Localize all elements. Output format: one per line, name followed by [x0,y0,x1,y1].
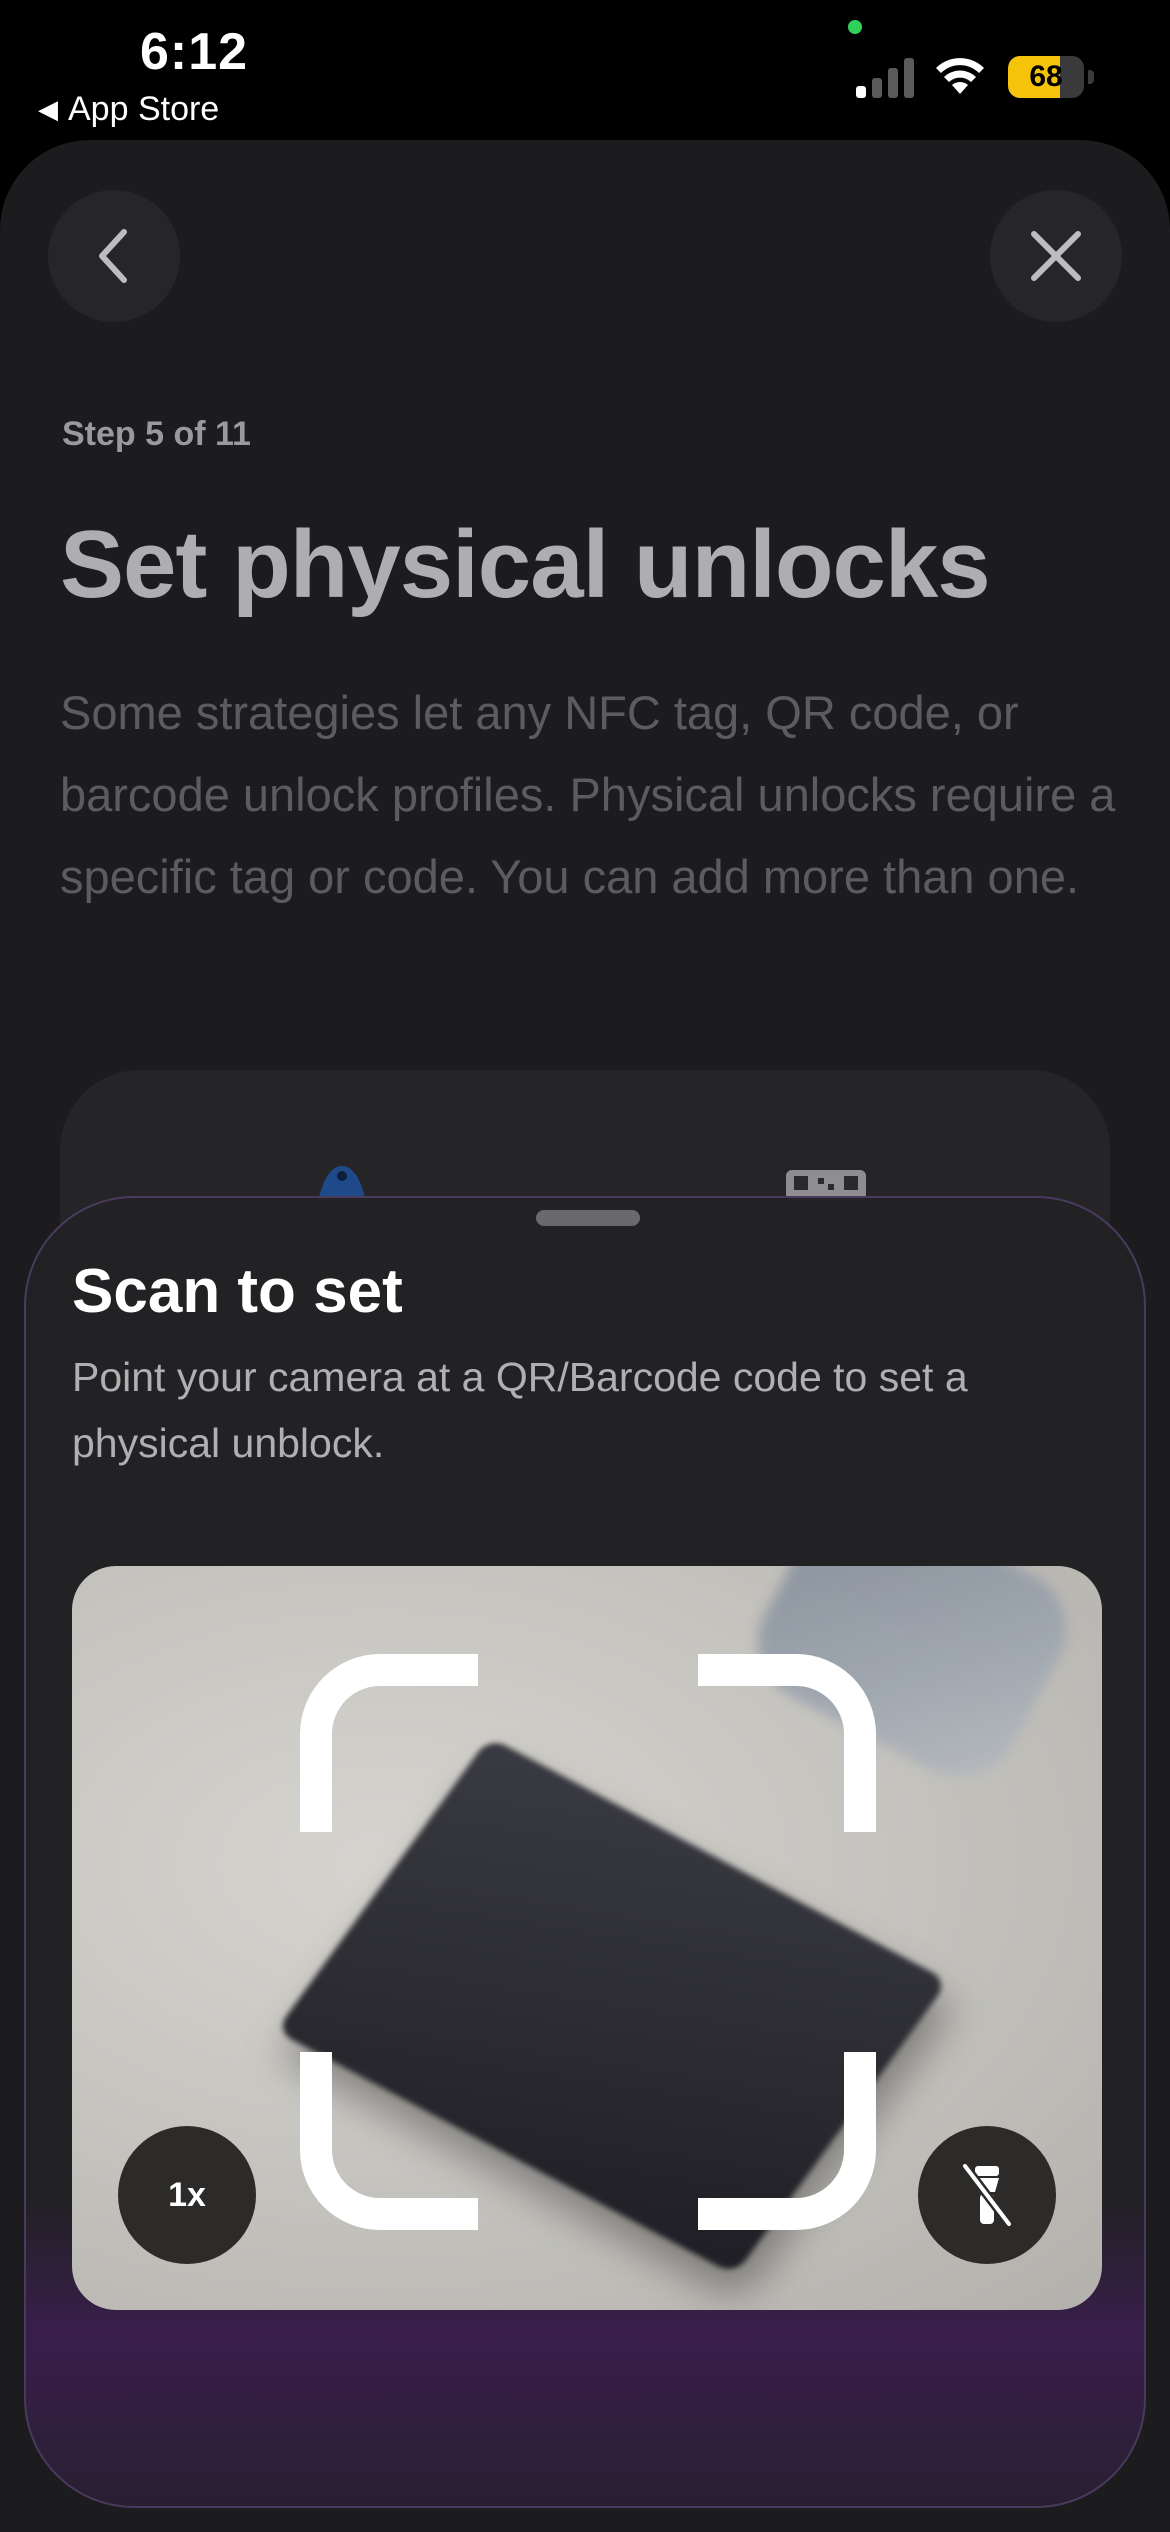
sheet-grabber[interactable] [536,1210,640,1226]
wifi-icon [936,58,984,94]
scan-frame-corner [698,2052,876,2230]
battery-icon: 68 [1008,56,1094,98]
back-to-app-link[interactable]: ◀ App Store [38,90,219,129]
camera-preview[interactable]: 1x [72,1566,1102,2310]
zoom-label: 1x [168,2175,206,2214]
cellular-signal-icon [856,58,914,98]
privacy-indicator-dot [848,20,862,34]
close-icon [1031,231,1081,281]
scan-description: Point your camera at a QR/Barcode code t… [72,1354,968,1466]
back-button[interactable] [48,190,180,322]
chevron-left-icon [99,229,127,283]
status-time: 6:12 [140,23,249,81]
scan-frame-corner [300,1654,478,1832]
scan-frame-corner [698,1654,876,1832]
step-indicator: Step 5 of 11 [62,415,251,453]
torch-button[interactable] [918,2126,1056,2264]
scan-frame [300,1654,876,2230]
scan-frame-corner [300,2052,478,2230]
close-button[interactable] [990,190,1122,322]
scan-sheet: Scan to set Point your camera at a QR/Ba… [24,1196,1146,2508]
back-triangle-icon: ◀ [38,94,58,124]
status-bar: 6:12 ◀ App Store 68 [0,0,1170,140]
scan-title: Scan to set [72,1257,403,1326]
battery-level: 68 [1029,60,1063,93]
flashlight-off-icon [960,2161,1014,2229]
back-app-label: App Store [68,90,220,128]
page-description: Some strategies let any NFC tag, QR code… [60,686,1116,903]
zoom-button[interactable]: 1x [118,2126,256,2264]
page-title: Set physical unlocks [60,511,991,618]
